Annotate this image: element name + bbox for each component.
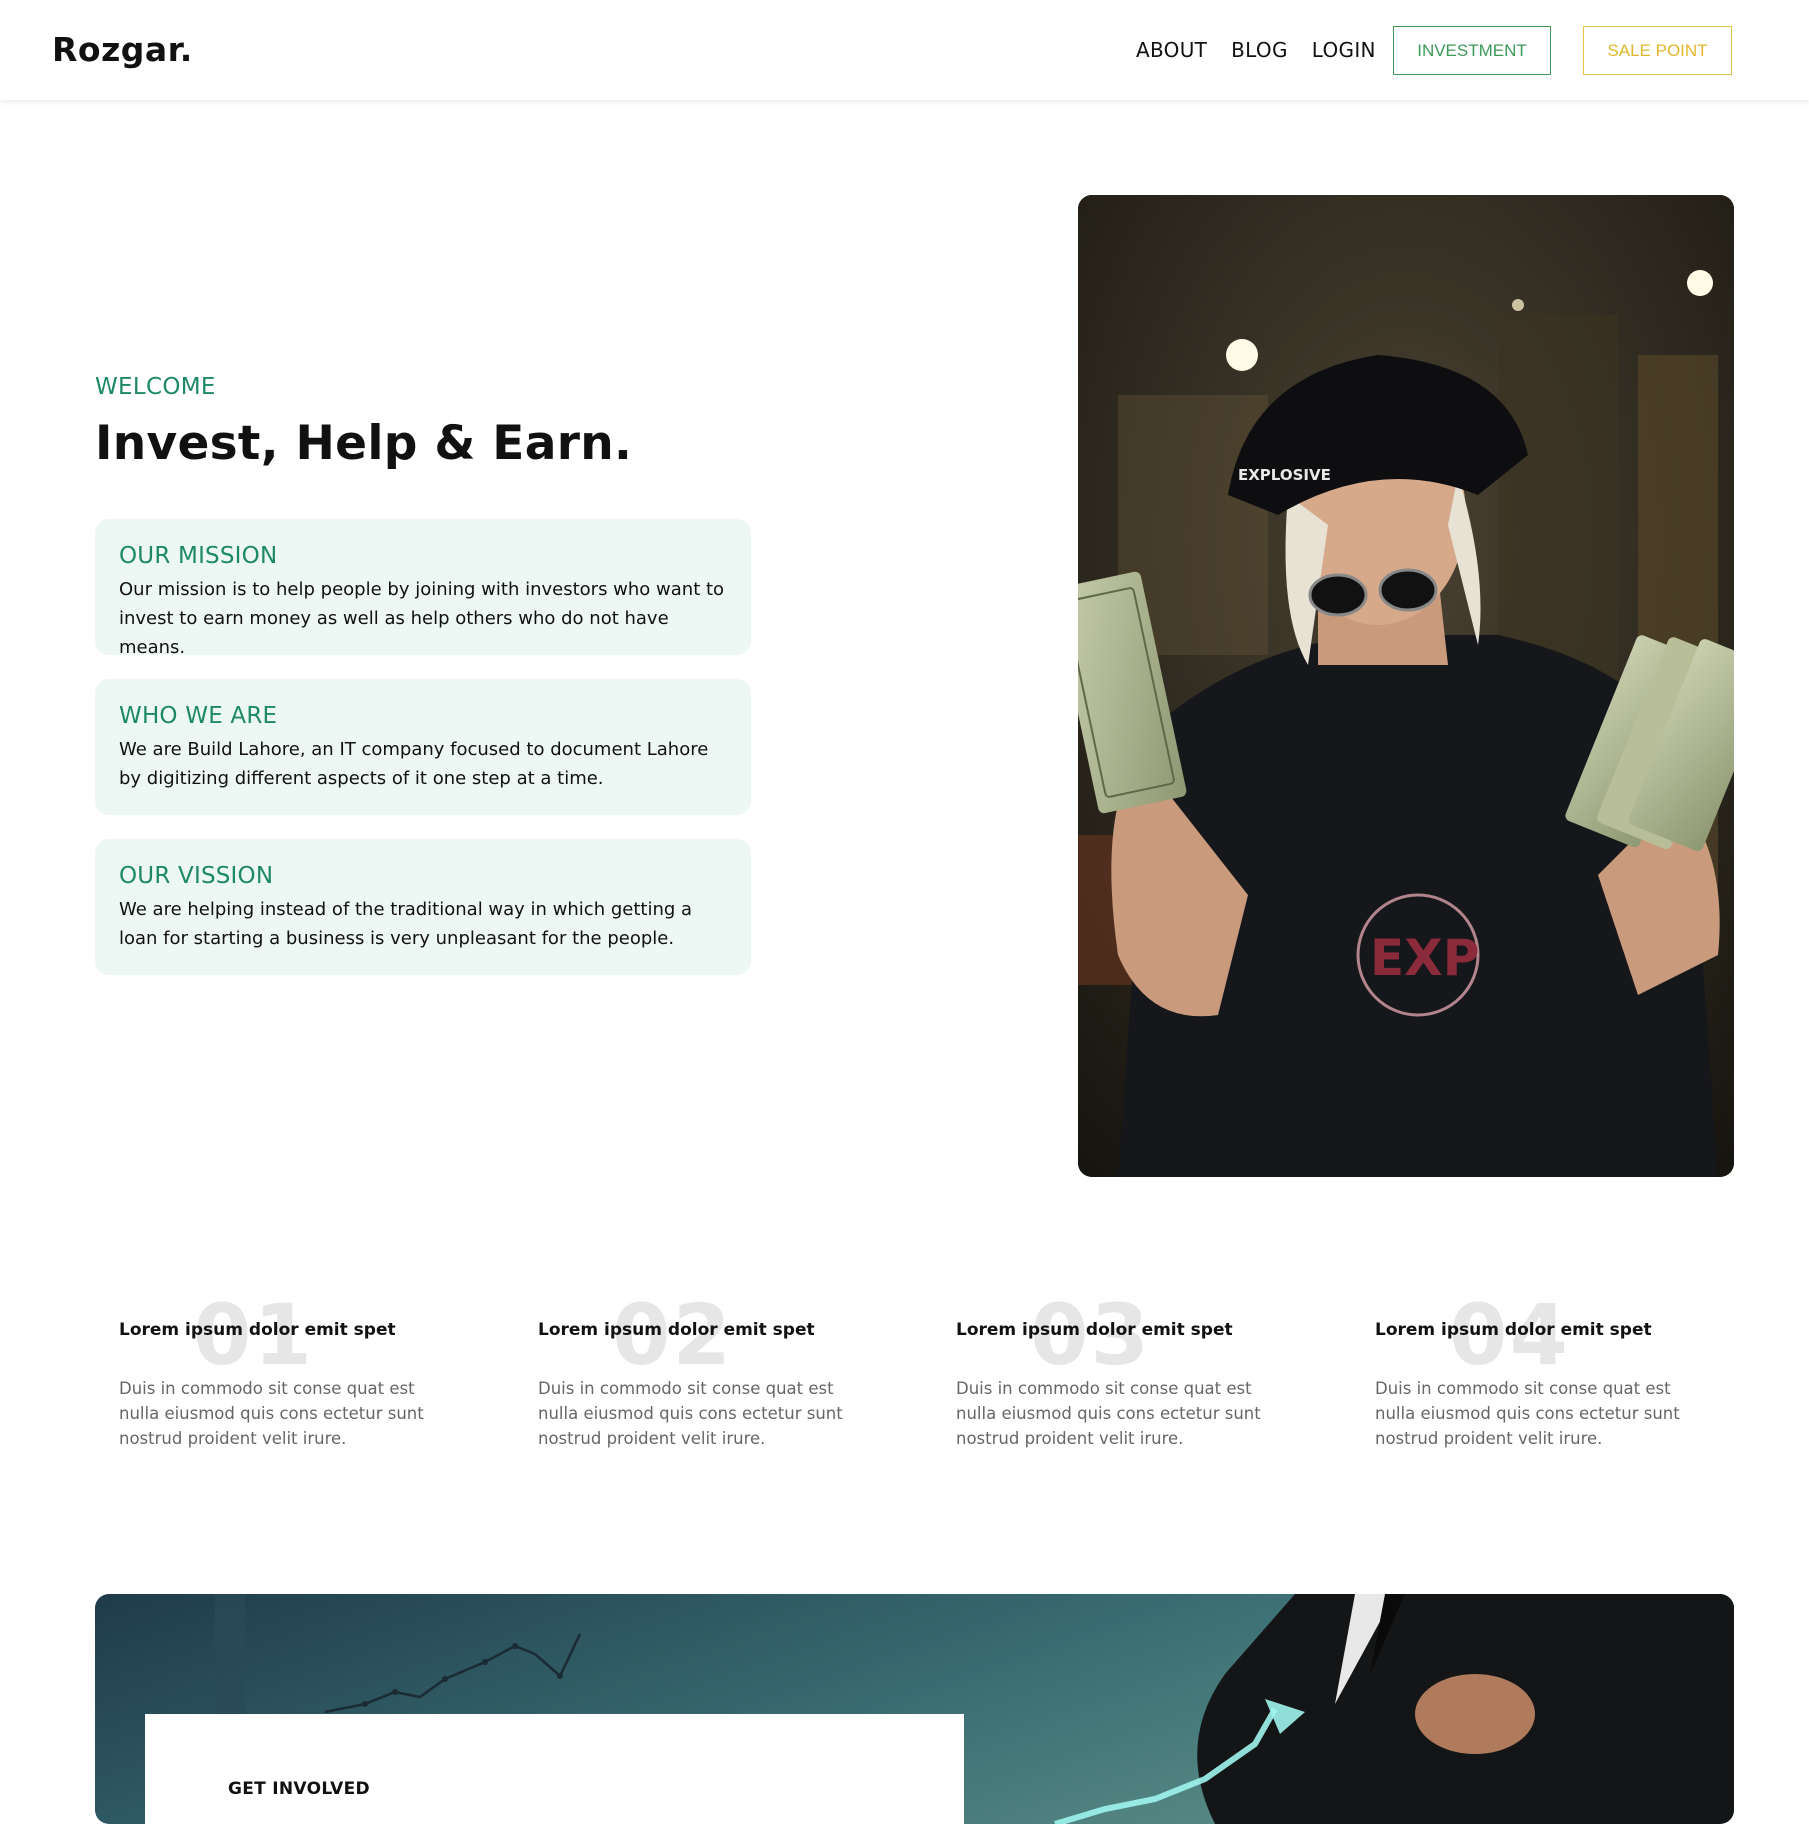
- card-title: WHO WE ARE: [119, 703, 278, 729]
- brand-logo[interactable]: Rozgar.: [52, 30, 193, 69]
- mission-card: OUR MISSION Our mission is to help peopl…: [95, 519, 751, 658]
- get-involved-label: GET INVOLVED: [228, 1779, 370, 1799]
- card-text: Our mission is to help people by joining…: [119, 579, 725, 658]
- card-title: OUR MISSION: [119, 543, 278, 569]
- step-title: Lorem ipsum dolor emit spet: [1375, 1320, 1652, 1340]
- step-title: Lorem ipsum dolor emit spet: [119, 1320, 396, 1340]
- nav-link-blog[interactable]: BLOG: [1231, 38, 1288, 62]
- step-text: Duis in commodo sit conse quat est nulla…: [538, 1379, 843, 1448]
- get-involved-box: GET INVOLVED: [145, 1714, 964, 1834]
- step-text: Duis in commodo sit conse quat est nulla…: [956, 1379, 1261, 1448]
- hero-photo-illustration: EXPLOSIVE EXP: [1078, 195, 1734, 1177]
- step-text: Duis in commodo sit conse quat est nulla…: [1375, 1379, 1680, 1448]
- svg-text:EXP: EXP: [1370, 929, 1479, 987]
- step-title: Lorem ipsum dolor emit spet: [956, 1320, 1233, 1340]
- vision-card: OUR VISSION We are helping instead of th…: [95, 839, 751, 975]
- top-navbar: Rozgar. ABOUT BLOG LOGIN INVESTMENT SALE…: [0, 0, 1809, 100]
- nav-link-login[interactable]: LOGIN: [1312, 38, 1376, 62]
- welcome-label: WELCOME: [95, 374, 216, 400]
- card-text: We are Build Lahore, an IT company focus…: [119, 739, 709, 789]
- hero-photo: EXPLOSIVE EXP: [1078, 195, 1734, 1177]
- svg-text:EXPLOSIVE: EXPLOSIVE: [1238, 466, 1331, 484]
- step-text: Duis in commodo sit conse quat est nulla…: [119, 1379, 424, 1448]
- card-title: OUR VISSION: [119, 863, 274, 889]
- nav-links: ABOUT BLOG LOGIN: [1136, 38, 1376, 62]
- nav-link-about[interactable]: ABOUT: [1136, 38, 1207, 62]
- hero-title: Invest, Help & Earn.: [95, 416, 633, 471]
- card-text: We are helping instead of the traditiona…: [119, 899, 693, 949]
- investment-button[interactable]: INVESTMENT: [1393, 26, 1551, 75]
- who-we-are-card: WHO WE ARE We are Build Lahore, an IT co…: [95, 679, 751, 815]
- step-title: Lorem ipsum dolor emit spet: [538, 1320, 815, 1340]
- sale-point-button[interactable]: SALE POINT: [1583, 26, 1732, 75]
